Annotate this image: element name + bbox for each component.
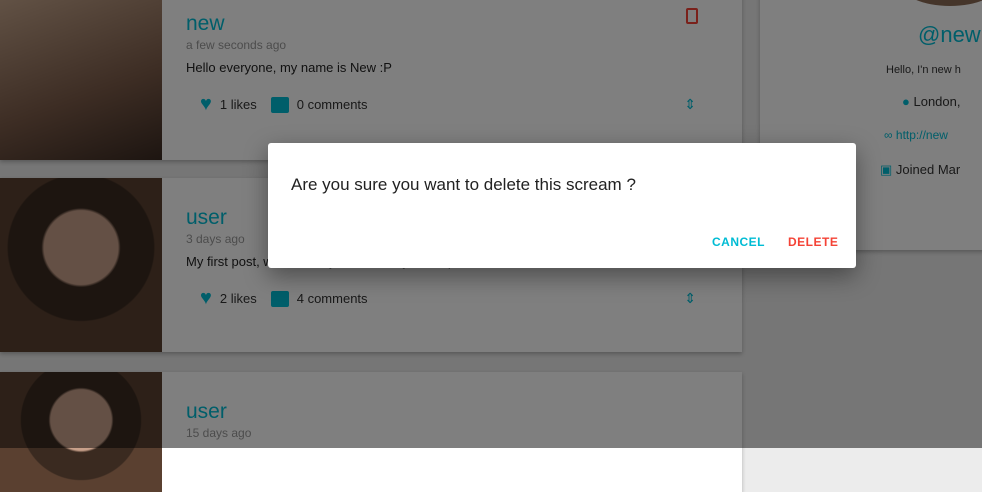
delete-confirm-dialog: Are you sure you want to delete this scr… <box>268 143 856 268</box>
dialog-question: Are you sure you want to delete this scr… <box>291 175 636 194</box>
cancel-button[interactable]: CANCEL <box>712 235 765 249</box>
delete-button[interactable]: DELETE <box>788 235 838 249</box>
